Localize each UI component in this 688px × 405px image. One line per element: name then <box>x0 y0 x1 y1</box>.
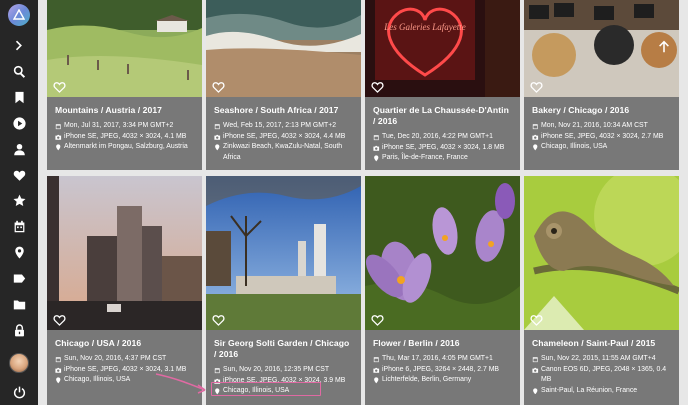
camera-icon <box>55 132 64 143</box>
map-pin-icon <box>532 386 541 397</box>
photo-location[interactable]: Chicago, Illinois, USA <box>541 142 607 153</box>
photo-location[interactable]: Zinkwazi Beach, KwaZulu-Natal, South Afr… <box>223 142 353 163</box>
favorite-heart-icon[interactable] <box>53 80 66 93</box>
photo-date[interactable]: Wed, Feb 15, 2017, 2:13 PM GMT+2 <box>223 121 336 132</box>
photo-card[interactable]: Flower / Berlin / 2016 Thu, Mar 17, 2016… <box>365 176 520 405</box>
photo-date[interactable]: Sun, Nov 22, 2015, 11:55 AM GMT+4 <box>541 354 656 365</box>
favorite-heart-icon[interactable] <box>212 80 225 93</box>
photo-card[interactable]: Mountains / Austria / 2017 Mon, Jul 31, … <box>47 0 202 170</box>
photo-card[interactable]: Seashore / South Africa / 2017 Wed, Feb … <box>206 0 361 170</box>
photo-camera-info[interactable]: iPhone SE, JPEG, 4032 × 3024, 1.8 MB <box>382 143 504 154</box>
calendar-icon <box>214 365 223 376</box>
photo-date[interactable]: Thu, Mar 17, 2016, 4:05 PM GMT+1 <box>382 354 493 365</box>
photo-solti-garden[interactable] <box>206 176 361 330</box>
photo-title[interactable]: Seashore / South Africa / 2017 <box>214 105 353 116</box>
photo-date[interactable]: Tue, Dec 20, 2016, 4:22 PM GMT+1 <box>382 132 493 143</box>
map-pin-icon <box>55 375 64 386</box>
photo-camera-info[interactable]: iPhone SE, JPEG, 4032 × 3024, 3.1 MB <box>64 365 186 376</box>
photo-info: Flower / Berlin / 2016 Thu, Mar 17, 2016… <box>365 330 520 405</box>
photo-info: Chicago / USA / 2016 Sun, Nov 20, 2016, … <box>47 330 202 405</box>
photo-info: Bakery / Chicago / 2016 Mon, Nov 21, 201… <box>524 97 679 170</box>
photo-title[interactable]: Bakery / Chicago / 2016 <box>532 105 671 116</box>
favorite-heart-icon[interactable] <box>53 313 66 326</box>
map-pin-icon <box>214 142 223 153</box>
calendar-icon <box>373 354 382 365</box>
camera-icon <box>55 365 64 376</box>
photo-bakery[interactable] <box>524 0 679 97</box>
calendar-icon <box>214 121 223 132</box>
calendar-icon <box>532 121 541 132</box>
photo-location[interactable]: Chicago, Illinois, USA <box>64 375 130 386</box>
photo-info: Mountains / Austria / 2017 Mon, Jul 31, … <box>47 97 202 170</box>
photo-seashore[interactable] <box>206 0 361 97</box>
location-highlight-box <box>211 382 321 396</box>
photo-grid: Mountains / Austria / 2017 Mon, Jul 31, … <box>0 0 688 405</box>
photo-camera-info[interactable]: iPhone SE, JPEG, 4032 × 3024, 4.1 MB <box>64 132 186 143</box>
photo-card[interactable]: Bakery / Chicago / 2016 Mon, Nov 21, 201… <box>524 0 679 170</box>
photo-title[interactable]: Flower / Berlin / 2016 <box>373 338 512 349</box>
photo-camera-info[interactable]: iPhone SE, JPEG, 4032 × 3024, 2.7 MB <box>541 132 663 143</box>
photo-date[interactable]: Sun, Nov 20, 2016, 4:37 PM CST <box>64 354 166 365</box>
map-pin-icon <box>55 142 64 153</box>
photo-neon-sign[interactable]: Les Galeries Lafayette <box>365 0 520 97</box>
camera-icon <box>532 365 541 376</box>
photo-camera-info[interactable]: iPhone 6, JPEG, 3264 × 2448, 2.7 MB <box>382 365 499 376</box>
camera-icon <box>373 365 382 376</box>
favorite-heart-icon[interactable] <box>530 80 543 93</box>
calendar-icon <box>55 121 64 132</box>
map-pin-icon <box>373 375 382 386</box>
camera-icon <box>373 143 382 154</box>
neon-sign-text: Les Galeries Lafayette <box>383 22 466 32</box>
photo-card[interactable]: Les Galeries Lafayette Quartier de La Ch… <box>365 0 520 170</box>
photo-flower[interactable] <box>365 176 520 330</box>
photo-mountains[interactable] <box>47 0 202 97</box>
camera-icon <box>532 132 541 143</box>
photo-card[interactable]: Chicago / USA / 2016 Sun, Nov 20, 2016, … <box>47 176 202 405</box>
upload-arrow-icon[interactable] <box>657 40 671 54</box>
photo-info: Seashore / South Africa / 2017 Wed, Feb … <box>206 97 361 170</box>
photo-title[interactable]: Quartier de La Chaussée-D'Antin / 2016 <box>373 105 512 127</box>
photo-title[interactable]: Chameleon / Saint-Paul / 2015 <box>532 338 671 349</box>
photo-chameleon[interactable] <box>524 176 679 330</box>
favorite-heart-icon[interactable] <box>212 313 225 326</box>
photo-title[interactable]: Mountains / Austria / 2017 <box>55 105 194 116</box>
photo-location[interactable]: Altenmarkt im Pongau, Salzburg, Austria <box>64 142 188 153</box>
favorite-heart-icon[interactable] <box>371 313 384 326</box>
photo-location[interactable]: Lichterfelde, Berlin, Germany <box>382 375 471 386</box>
calendar-icon <box>532 354 541 365</box>
photo-info: Quartier de La Chaussée-D'Antin / 2016 T… <box>365 97 520 170</box>
photo-title[interactable]: Sir Georg Solti Garden / Chicago / 2016 <box>214 338 353 360</box>
favorite-heart-icon[interactable] <box>371 80 384 93</box>
photo-location[interactable]: Saint-Paul, La Réunion, France <box>541 386 637 397</box>
favorite-heart-icon[interactable] <box>530 313 543 326</box>
map-pin-icon <box>373 153 382 164</box>
photo-card[interactable]: Sir Georg Solti Garden / Chicago / 2016 … <box>206 176 361 405</box>
photo-chicago-skyline[interactable] <box>47 176 202 330</box>
photo-camera-info[interactable]: Canon EOS 6D, JPEG, 2048 × 1365, 0.4 MB <box>541 365 671 386</box>
photo-camera-info[interactable]: iPhone SE, JPEG, 4032 × 3024, 4.4 MB <box>223 132 345 143</box>
photo-title[interactable]: Chicago / USA / 2016 <box>55 338 194 349</box>
calendar-icon <box>373 132 382 143</box>
photo-date[interactable]: Sun, Nov 20, 2016, 12:35 PM CST <box>223 365 329 376</box>
photo-date[interactable]: Mon, Nov 21, 2016, 10:34 AM CST <box>541 121 648 132</box>
camera-icon <box>214 132 223 143</box>
photo-info: Chameleon / Saint-Paul / 2015 Sun, Nov 2… <box>524 330 679 405</box>
photo-location[interactable]: Paris, Île-de-France, France <box>382 153 468 164</box>
photo-card[interactable]: Chameleon / Saint-Paul / 2015 Sun, Nov 2… <box>524 176 679 405</box>
photo-date[interactable]: Mon, Jul 31, 2017, 3:34 PM GMT+2 <box>64 121 173 132</box>
calendar-icon <box>55 354 64 365</box>
map-pin-icon <box>532 142 541 153</box>
